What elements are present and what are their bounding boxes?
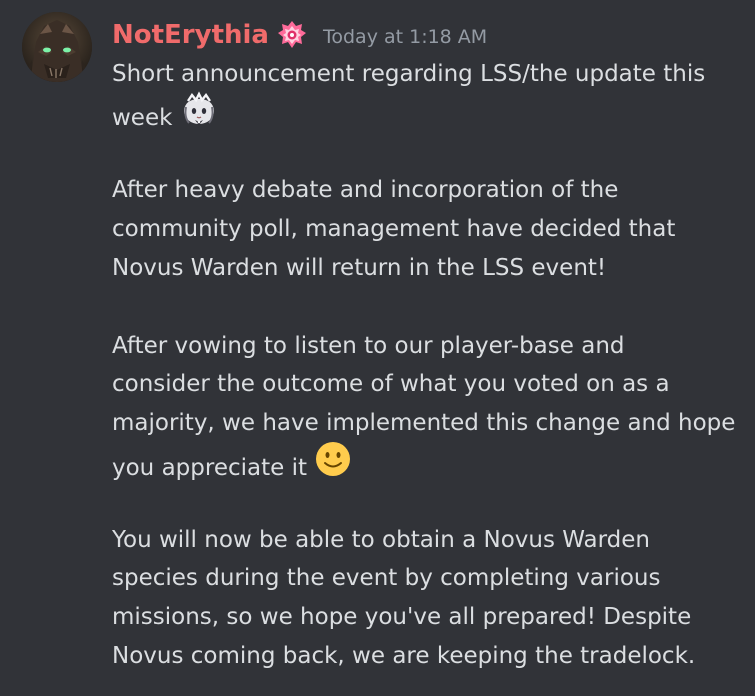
message-line: consider the outcome of what you voted o… — [112, 371, 670, 398]
message-line: community poll, management have decided … — [112, 216, 676, 243]
author-name[interactable]: NotErythia — [112, 20, 269, 50]
message-timestamp[interactable]: Today at 1:18 AM — [323, 26, 487, 48]
message-line: species during the event by completing v… — [112, 565, 661, 592]
message-line: majority, we have implemented this chang… — [112, 410, 736, 437]
role-badge-icon[interactable] — [275, 18, 309, 52]
message-line: You will now be able to obtain a Novus W… — [112, 526, 650, 553]
maid-character-emoji[interactable] — [180, 91, 218, 140]
message-line: Novus coming back, we are keeping the tr… — [112, 642, 696, 669]
user-avatar[interactable] — [22, 12, 92, 82]
avatar-icon — [22, 12, 92, 82]
message-content: Short announcement regarding LSS/the upd… — [112, 55, 752, 676]
slightly-smiling-face-emoji[interactable] — [314, 440, 352, 491]
message-line: Short announcement regarding LSS/the upd… — [112, 61, 706, 87]
chat-message: NotErythia Today at 1:18 AM Short announ… — [0, 0, 755, 696]
message-line: Novus Warden will return in the LSS even… — [112, 254, 607, 281]
message-line: After heavy debate and incorporation of … — [112, 177, 619, 204]
message-line: week — [112, 91, 752, 133]
message-line: missions, so we hope you've all prepared… — [112, 604, 692, 631]
message-line: After vowing to listen to our player-bas… — [112, 332, 625, 359]
message-header: NotErythia Today at 1:18 AM — [112, 14, 487, 56]
message-line: you appreciate it — [112, 441, 752, 482]
